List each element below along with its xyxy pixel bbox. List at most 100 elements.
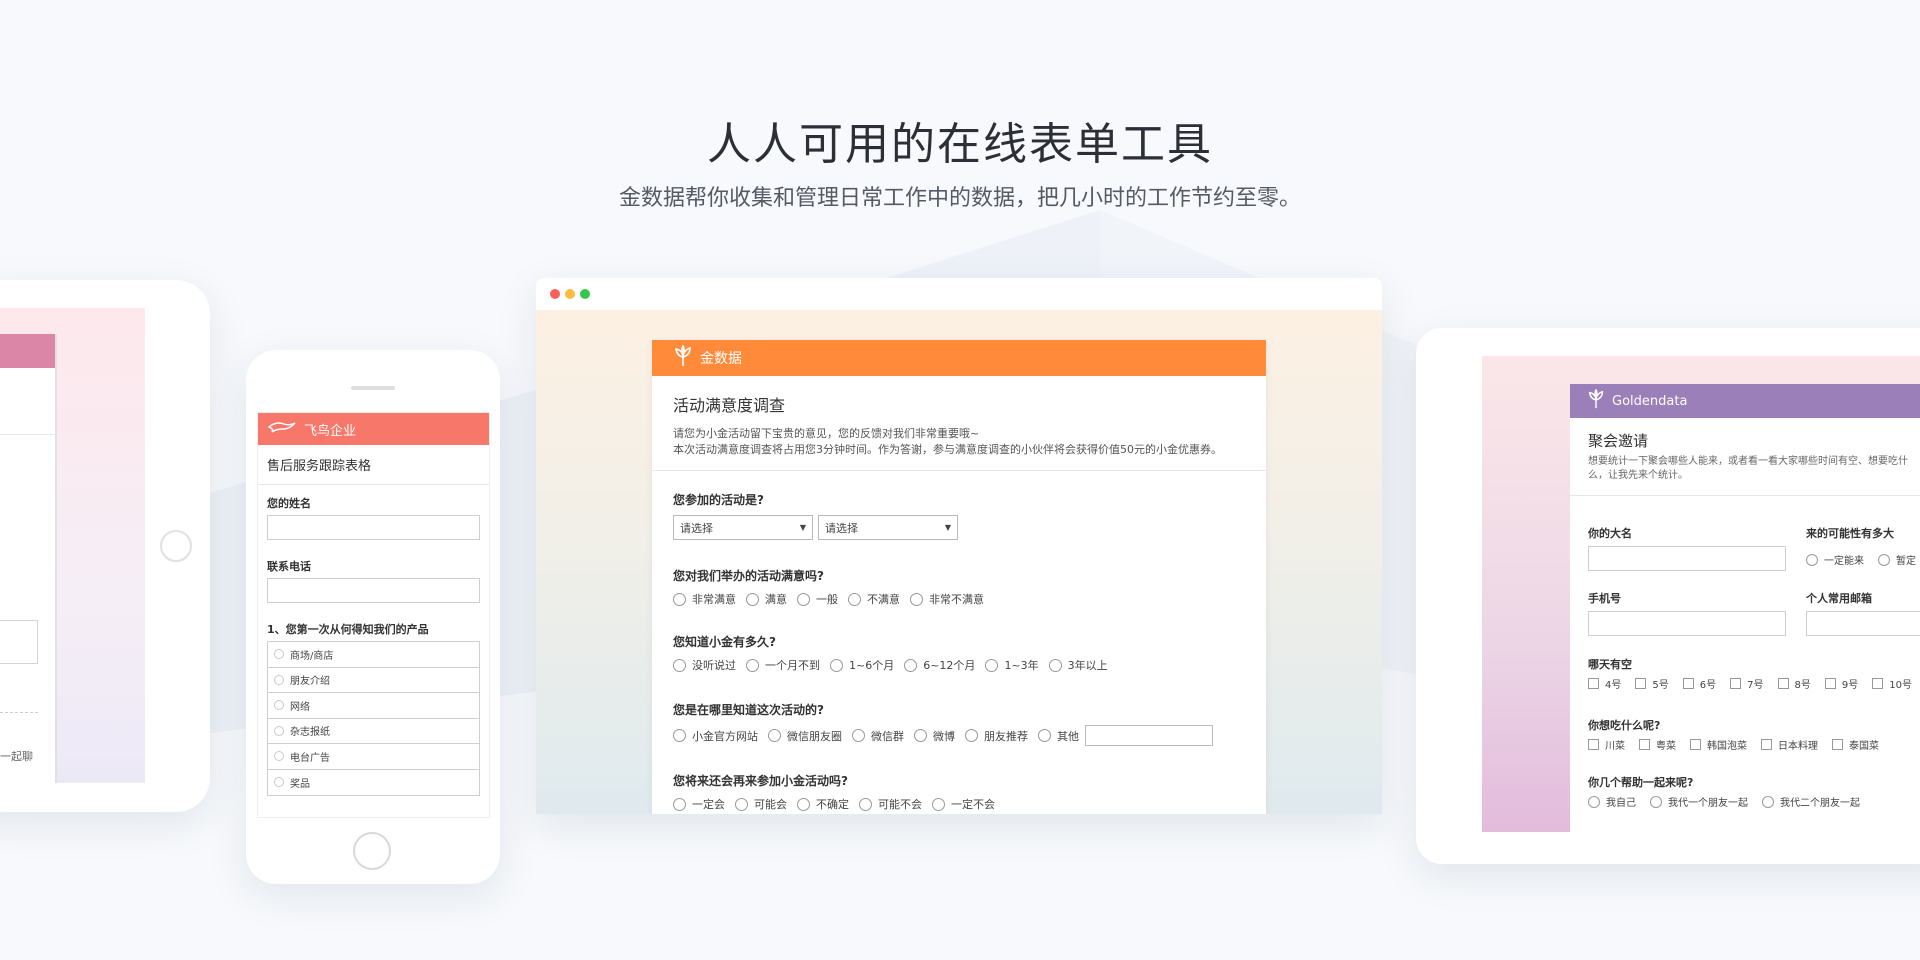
radio-icon [1048, 658, 1062, 672]
browser-mockup: 金数据 活动满意度调查 请您为小金活动留下宝贵的意见，您的反馈对我们非常重要哦~… [536, 278, 1382, 814]
radio-icon [274, 674, 284, 685]
radio-row: 小金官方网站 微信朋友圈 微信群 微博 朋友推荐 其他 [652, 725, 1266, 746]
phone-option[interactable]: 电台广告 [268, 744, 479, 770]
phone-brand: 飞鸟企业 [304, 423, 357, 439]
phone-name-input[interactable] [267, 515, 480, 540]
activity-select[interactable]: 请选择 ▼ [673, 515, 813, 540]
radio-option[interactable]: 一定会 [673, 796, 725, 812]
helper-option[interactable]: 我自己 [1588, 794, 1636, 809]
radio-icon [1878, 553, 1890, 566]
radio-option[interactable]: 3年以上 [1048, 657, 1108, 673]
likelihood-option[interactable]: 一定能来 [1806, 552, 1864, 567]
helper-option[interactable]: 我代一个朋友一起 [1650, 794, 1748, 809]
radio-option[interactable]: 一般 [797, 591, 838, 607]
radio-option[interactable]: 一定不会 [932, 796, 995, 812]
divider [0, 434, 57, 435]
day-checkbox[interactable]: 7号 [1730, 676, 1764, 691]
phone-input[interactable] [1588, 611, 1786, 636]
radio-icon [1588, 795, 1600, 808]
food-checkbox[interactable]: 韩国泡菜 [1690, 737, 1747, 752]
left-tablet-form-header [0, 334, 55, 368]
days-label: 哪天有空 [1588, 658, 1632, 671]
radio-option[interactable]: 满意 [746, 591, 787, 607]
radio-option[interactable]: 非常满意 [673, 591, 736, 607]
helpers-row: 我自己 我代一个朋友一起 我代二个朋友一起 [1588, 794, 1874, 809]
name-input[interactable] [1588, 546, 1786, 571]
close-icon[interactable] [550, 289, 560, 299]
radio-icon [797, 592, 810, 606]
radio-icon [910, 592, 923, 606]
phone-option[interactable]: 奖品 [268, 770, 479, 796]
radio-icon [274, 777, 284, 788]
question-label: 您将来还会再来参加小金活动吗? [673, 774, 848, 788]
day-checkbox[interactable]: 5号 [1635, 676, 1669, 691]
radio-option[interactable]: 1~3年 [985, 657, 1039, 673]
radio-icon [274, 700, 284, 711]
radio-option[interactable]: 微博 [914, 728, 955, 744]
phone-options-list: 商场/商店 朋友介绍 网络 杂志报纸 电台广告 奖品 [267, 641, 480, 796]
checkbox-icon [1635, 678, 1647, 689]
checkbox-icon [1832, 739, 1843, 750]
maximize-icon[interactable] [580, 289, 590, 299]
radio-option[interactable]: 可能会 [735, 796, 787, 812]
helper-option[interactable]: 我代二个朋友一起 [1762, 794, 1860, 809]
survey-description: 请您为小金活动留下宝贵的意见，您的反馈对我们非常重要哦~ 本次活动满意度调查将占… [673, 427, 1222, 456]
radio-option[interactable]: 1~6个月 [830, 657, 894, 673]
activity-select[interactable]: 请选择 ▼ [818, 515, 958, 540]
survey-form: 金数据 活动满意度调查 请您为小金活动留下宝贵的意见，您的反馈对我们非常重要哦~… [652, 340, 1266, 814]
radio-option[interactable]: 6~12个月 [904, 657, 975, 673]
radio-icon [274, 649, 284, 660]
radio-icon [1806, 553, 1818, 566]
day-checkbox[interactable]: 10号 [1872, 676, 1912, 691]
right-tablet-mockup: Goldendata 聚会邀请 想要统计一下聚会哪些人能来，或者看一看大家哪些时… [1416, 328, 1920, 864]
email-input[interactable] [1806, 611, 1920, 636]
radio-option[interactable]: 微信朋友圈 [768, 728, 842, 744]
phone-option[interactable]: 商场/商店 [268, 642, 479, 668]
phone-option[interactable]: 朋友介绍 [268, 668, 479, 693]
radio-icon [1038, 729, 1051, 742]
minimize-icon[interactable] [565, 289, 575, 299]
radio-icon [904, 658, 918, 672]
sprout-icon [672, 344, 694, 372]
radio-option[interactable]: 不确定 [797, 796, 849, 812]
likelihood-option[interactable]: 暂定 [1878, 552, 1916, 567]
question-label: 您对我们举办的活动满意吗? [673, 569, 824, 583]
hero-title: 人人可用的在线表单工具 [707, 119, 1213, 170]
phone-tel-input[interactable] [267, 578, 480, 603]
radio-icon [735, 797, 748, 811]
radio-option[interactable]: 小金官方网站 [673, 728, 758, 744]
food-checkbox[interactable]: 日本料理 [1761, 737, 1818, 752]
phone-question-label: 1、您第一次从何得知我们的产品 [267, 623, 429, 636]
right-tablet-brand: Goldendata [1612, 393, 1688, 409]
day-checkbox[interactable]: 4号 [1588, 676, 1621, 691]
food-checkbox[interactable]: 粤菜 [1639, 737, 1676, 752]
day-checkbox[interactable]: 6号 [1682, 676, 1716, 691]
invitation-form: Goldendata 聚会邀请 想要统计一下聚会哪些人能来，或者看一看大家哪些时… [1570, 384, 1920, 832]
left-tablet-input[interactable] [0, 620, 38, 664]
radio-option[interactable]: 朋友推荐 [965, 728, 1028, 744]
invitation-title: 聚会邀请 [1588, 432, 1649, 450]
checkbox-icon [1690, 739, 1701, 750]
radio-icon [932, 797, 945, 811]
radio-option[interactable]: 一个月不到 [746, 657, 820, 673]
phone-option[interactable]: 杂志报纸 [268, 719, 479, 744]
food-checkbox[interactable]: 泰国菜 [1832, 737, 1879, 752]
radio-option[interactable]: 非常不满意 [910, 591, 984, 607]
radio-option[interactable]: 没听说过 [673, 657, 736, 673]
radio-icon [859, 797, 872, 811]
radio-option[interactable]: 不满意 [848, 591, 900, 607]
day-checkbox[interactable]: 8号 [1777, 676, 1811, 691]
food-checkbox[interactable]: 川菜 [1588, 737, 1625, 752]
phone-label: 手机号 [1588, 592, 1621, 605]
left-tablet-screen: 一起聊 [0, 308, 145, 783]
other-source-input[interactable] [1085, 725, 1213, 746]
radio-option[interactable]: 可能不会 [859, 796, 922, 812]
radio-option[interactable]: 微信群 [852, 728, 904, 744]
question-label: 您是在哪里知道这次活动的? [673, 703, 824, 717]
day-checkbox[interactable]: 9号 [1824, 676, 1858, 691]
radio-icon [673, 797, 686, 811]
radio-option[interactable]: 其他 [1038, 728, 1079, 744]
radio-icon [985, 658, 999, 672]
checkbox-icon [1824, 678, 1836, 689]
phone-option[interactable]: 网络 [268, 693, 479, 719]
